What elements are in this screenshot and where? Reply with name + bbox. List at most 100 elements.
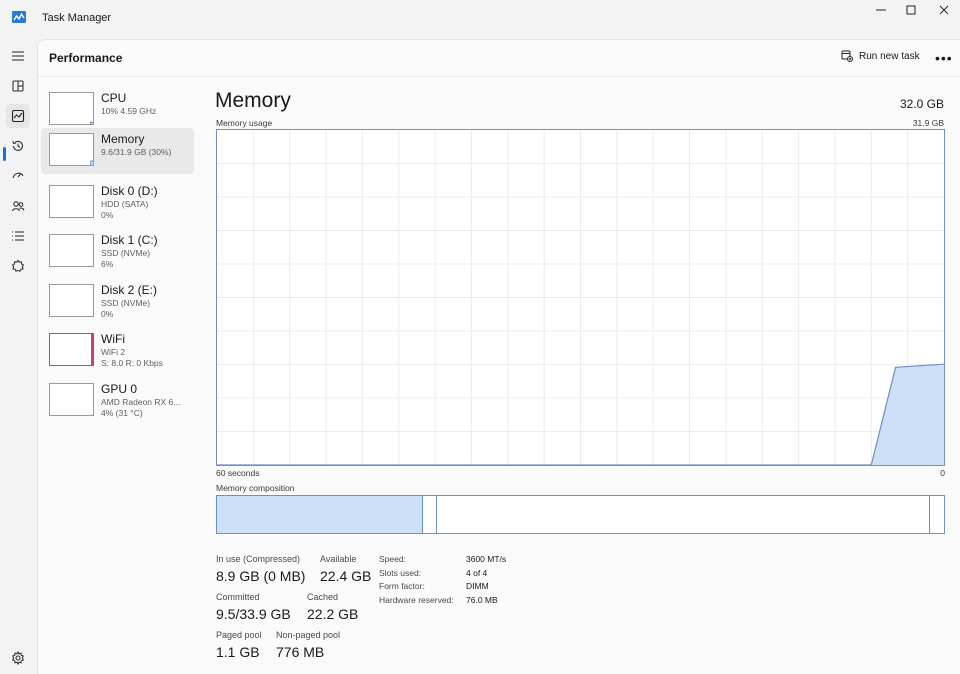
memory-usage-chart <box>216 129 945 466</box>
available-value: 22.4 GB <box>320 568 372 584</box>
run-new-task-label: Run new task <box>859 50 920 62</box>
run-task-icon <box>841 50 853 62</box>
device-detail: HDD (SATA) <box>101 199 149 209</box>
minimize-button[interactable] <box>866 0 896 20</box>
main-panel: Performance Run new task ••• CPU 10% 4.59… <box>37 39 960 674</box>
device-name: Disk 0 (D:) <box>101 184 158 198</box>
memory-total: 32.0 GB <box>899 97 944 111</box>
nav-app-history[interactable] <box>6 134 30 158</box>
device-item-gpu-0[interactable]: GPU 0 AMD Radeon RX 6... 4% (31 °C) <box>41 378 194 424</box>
task-manager-app-icon <box>12 11 26 23</box>
composition-in-use[interactable] <box>217 496 423 533</box>
memory-usage-label: Memory usage <box>216 118 273 128</box>
nav-performance[interactable] <box>6 104 30 128</box>
nonpaged-pool-label: Non-paged pool <box>276 630 341 640</box>
device-detail: SSD (NVMe) <box>101 298 151 308</box>
device-detail: WiFi 2 <box>101 347 126 357</box>
spec-value: DIMM <box>466 581 489 591</box>
device-name: CPU <box>101 91 127 105</box>
time-axis-end: 0 <box>940 468 945 478</box>
close-icon <box>939 5 949 15</box>
page-title: Performance <box>49 51 123 65</box>
nav-services[interactable] <box>6 254 30 278</box>
nav-startup-apps[interactable] <box>6 164 30 188</box>
device-detail: 10% 4.59 GHz <box>101 106 157 116</box>
device-usage: 0% <box>101 210 114 220</box>
spec-label: Hardware reserved: <box>379 594 454 605</box>
minimize-icon <box>876 9 886 11</box>
composition-modified[interactable] <box>423 496 437 533</box>
disk-graph-thumbnail <box>49 284 94 317</box>
services-icon <box>11 259 25 272</box>
memory-graph-thumbnail <box>49 133 94 166</box>
memory-usage-graph <box>217 130 944 465</box>
device-usage: 4% (31 °C) <box>101 408 143 418</box>
device-detail: AMD Radeon RX 6... <box>101 397 181 407</box>
composition-free[interactable] <box>930 496 944 533</box>
spec-label: Slots used: <box>379 567 422 578</box>
device-usage: 6% <box>101 259 114 269</box>
cached-label: Cached <box>307 592 339 602</box>
wifi-graph-thumbnail <box>49 333 94 366</box>
run-new-task-button[interactable]: Run new task <box>841 50 920 62</box>
device-usage: 0% <box>101 309 114 319</box>
details-list-icon <box>12 231 24 241</box>
device-usage: S: 8.0 R: 0 Kbps <box>101 358 163 368</box>
cpu-graph-thumbnail <box>49 92 94 125</box>
cached-value: 22.2 GB <box>307 606 359 622</box>
spec-value: 3600 MT/s <box>466 554 507 564</box>
memory-usage-max: 31.9 GB <box>912 118 944 128</box>
memory-title: Memory <box>215 89 291 112</box>
maximize-icon <box>906 5 916 15</box>
nav-settings[interactable] <box>6 646 30 670</box>
spec-label: Speed: <box>379 554 406 564</box>
device-item-cpu[interactable]: CPU 10% 4.59 GHz <box>41 87 194 133</box>
committed-value: 9.5/33.9 GB <box>216 606 291 622</box>
window-title: Task Manager <box>42 12 112 24</box>
in-use-label: In use (Compressed) <box>216 554 301 564</box>
spec-value: 76.0 MB <box>466 594 498 605</box>
device-name: Disk 2 (E:) <box>101 283 158 297</box>
memory-composition-label: Memory composition <box>216 483 295 493</box>
close-button[interactable] <box>929 0 959 20</box>
composition-standby[interactable] <box>437 496 930 533</box>
device-item-memory[interactable]: Memory 9.6/31.9 GB (30%) <box>41 128 194 174</box>
device-detail: SSD (NVMe) <box>101 248 151 258</box>
gpu-graph-thumbnail <box>49 383 94 416</box>
spec-value: 4 of 4 <box>466 567 488 578</box>
committed-label: Committed <box>216 592 260 602</box>
startup-icon <box>12 172 24 179</box>
time-axis-start: 60 seconds <box>216 468 260 478</box>
device-name: WiFi <box>101 332 125 346</box>
processes-icon <box>12 80 24 92</box>
performance-icon <box>11 109 25 123</box>
users-icon <box>11 201 25 212</box>
nav-details[interactable] <box>6 224 30 248</box>
navigation-rail <box>0 38 36 674</box>
device-item-disk-1-c[interactable]: Disk 1 (C:) SSD (NVMe) 6% <box>41 229 194 275</box>
device-item-wifi[interactable]: WiFi WiFi 2 S: 8.0 R: 0 Kbps <box>41 328 194 374</box>
device-detail: 9.6/31.9 GB (30%) <box>101 147 172 157</box>
nav-processes[interactable] <box>6 74 30 98</box>
paged-pool-value: 1.1 GB <box>216 644 260 660</box>
device-item-disk-2-e[interactable]: Disk 2 (E:) SSD (NVMe) 0% <box>41 279 194 325</box>
memory-composition-bar <box>216 495 945 534</box>
device-item-disk-0-d[interactable]: Disk 0 (D:) HDD (SATA) 0% <box>41 180 194 226</box>
disk-graph-thumbnail <box>49 234 94 267</box>
maximize-button[interactable] <box>896 0 926 20</box>
menu-button[interactable] <box>6 44 30 68</box>
device-name: Memory <box>101 132 145 146</box>
more-options-button[interactable]: ••• <box>935 50 953 66</box>
page-header: Performance Run new task ••• <box>38 40 960 77</box>
available-label: Available <box>320 554 357 564</box>
hamburger-icon <box>12 51 24 61</box>
nonpaged-pool-value: 776 MB <box>276 644 325 660</box>
paged-pool-label: Paged pool <box>216 630 262 640</box>
title-bar: Task Manager <box>0 0 960 38</box>
device-name: GPU 0 <box>101 382 138 396</box>
nav-users[interactable] <box>6 194 30 218</box>
disk-graph-thumbnail <box>49 185 94 218</box>
spec-label: Form factor: <box>379 581 425 591</box>
history-icon <box>12 140 24 151</box>
device-name: Disk 1 (C:) <box>101 233 158 247</box>
